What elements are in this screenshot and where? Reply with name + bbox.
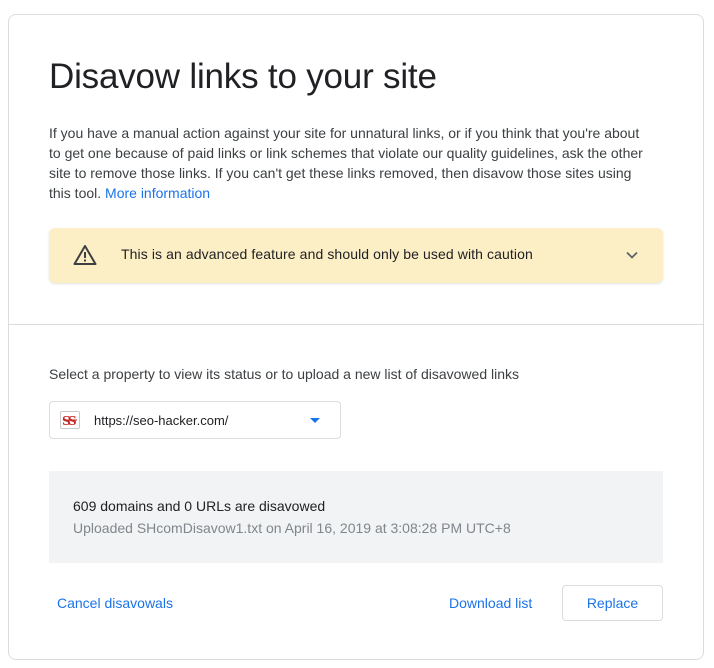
disavow-status-panel: 609 domains and 0 URLs are disavowed Upl… (49, 471, 663, 563)
download-list-button[interactable]: Download list (449, 595, 532, 611)
site-favicon-icon: S S (60, 411, 80, 429)
disavow-summary: 609 domains and 0 URLs are disavowed (73, 498, 326, 514)
upload-info: Uploaded SHcomDisavow1.txt on April 16, … (73, 520, 511, 536)
caution-banner[interactable]: This is an advanced feature and should o… (49, 228, 663, 283)
chevron-down-icon[interactable] (625, 248, 639, 262)
page-title: Disavow links to your site (49, 57, 437, 96)
warning-triangle-icon (73, 245, 97, 265)
dropdown-arrow-icon (310, 418, 320, 423)
disavow-card: Disavow links to your site If you have a… (8, 14, 704, 660)
svg-text:S: S (68, 414, 77, 428)
page-description: If you have a manual action against your… (49, 123, 649, 203)
replace-button[interactable]: Replace (562, 585, 663, 621)
section-divider (9, 324, 703, 325)
caution-text: This is an advanced feature and should o… (121, 246, 533, 262)
property-prompt: Select a property to view its status or … (49, 366, 520, 382)
more-information-link[interactable]: More information (105, 185, 210, 201)
property-select[interactable]: S S https://seo-hacker.com/ (49, 401, 341, 439)
property-select-value: https://seo-hacker.com/ (94, 413, 229, 428)
cancel-disavowals-button[interactable]: Cancel disavowals (57, 595, 173, 611)
